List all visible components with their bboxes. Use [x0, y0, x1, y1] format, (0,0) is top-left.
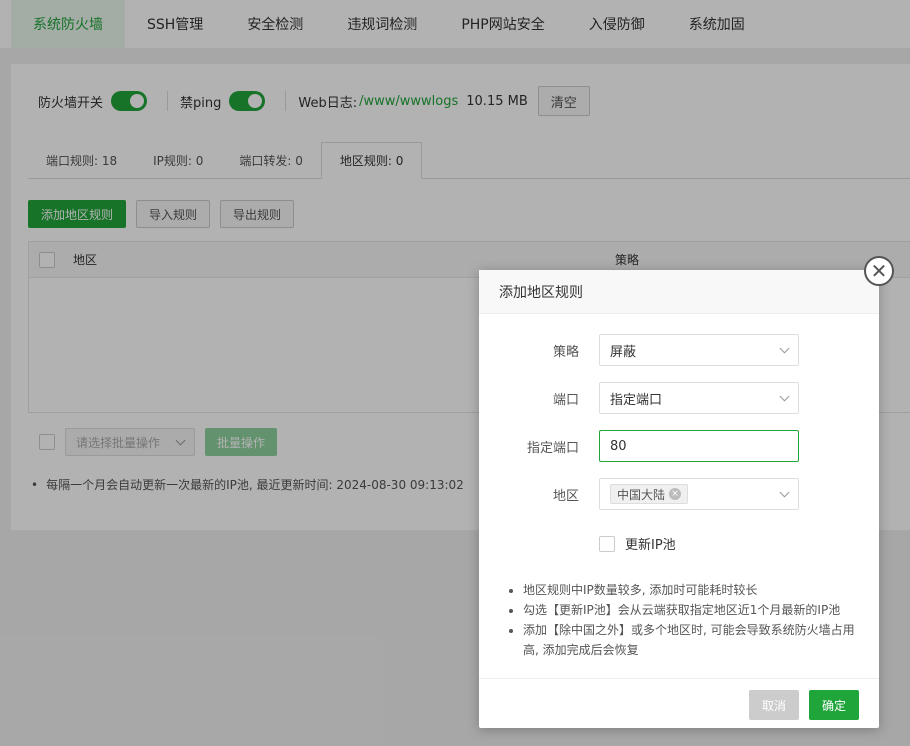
region-label: 地区: [552, 488, 579, 504]
add-region-rule-dialog: 添加地区规则 策略 屏蔽 端口 指定端口 指定端口 80 地区 中国大陆 × 更…: [479, 270, 879, 728]
tip-item: 地区规则中IP数量较多, 添加时可能耗时较长: [523, 580, 863, 600]
confirm-button[interactable]: 确定: [809, 690, 859, 720]
strategy-row: 策略 屏蔽: [479, 334, 879, 366]
chevron-down-icon: [779, 487, 790, 497]
update-ip-pool-label: 更新IP池: [625, 538, 676, 553]
specified-port-label: 指定端口: [526, 440, 579, 456]
tip-item: 勾选【更新IP池】会从云端获取指定地区近1个月最新的IP池: [523, 600, 863, 620]
dialog-title: 添加地区规则: [479, 270, 879, 314]
cancel-button[interactable]: 取消: [749, 690, 799, 720]
region-tag: 中国大陆 ×: [610, 484, 689, 504]
update-ip-pool-option: 更新IP池: [599, 534, 676, 553]
update-ip-pool-checkbox[interactable]: [599, 535, 615, 552]
region-row: 地区 中国大陆 ×: [479, 478, 879, 510]
chevron-down-icon: [779, 343, 790, 353]
region-tag-label: 中国大陆: [617, 487, 666, 502]
tip-item: 添加【除中国之外】或多个地区时, 可能会导致系统防火墙占用高, 添加完成后会恢复: [523, 620, 863, 660]
region-select[interactable]: 中国大陆 ×: [599, 478, 799, 510]
port-label: 端口: [552, 392, 579, 408]
dialog-footer: 取消 确定: [479, 678, 879, 728]
close-icon[interactable]: ✕: [864, 256, 894, 286]
tips-list: 地区规则中IP数量较多, 添加时可能耗时较长 勾选【更新IP池】会从云端获取指定…: [523, 580, 863, 660]
specified-port-value: 80: [610, 438, 627, 454]
strategy-select[interactable]: 屏蔽: [599, 334, 799, 366]
specified-port-row: 指定端口 80: [479, 430, 879, 462]
port-select[interactable]: 指定端口: [599, 382, 799, 414]
strategy-label: 策略: [552, 344, 579, 360]
specified-port-input[interactable]: 80: [599, 430, 799, 462]
strategy-value: 屏蔽: [610, 344, 637, 360]
port-value: 指定端口: [610, 392, 663, 408]
chevron-down-icon: [779, 391, 790, 401]
close-icon[interactable]: ×: [669, 488, 682, 500]
port-row: 端口 指定端口: [479, 382, 879, 414]
